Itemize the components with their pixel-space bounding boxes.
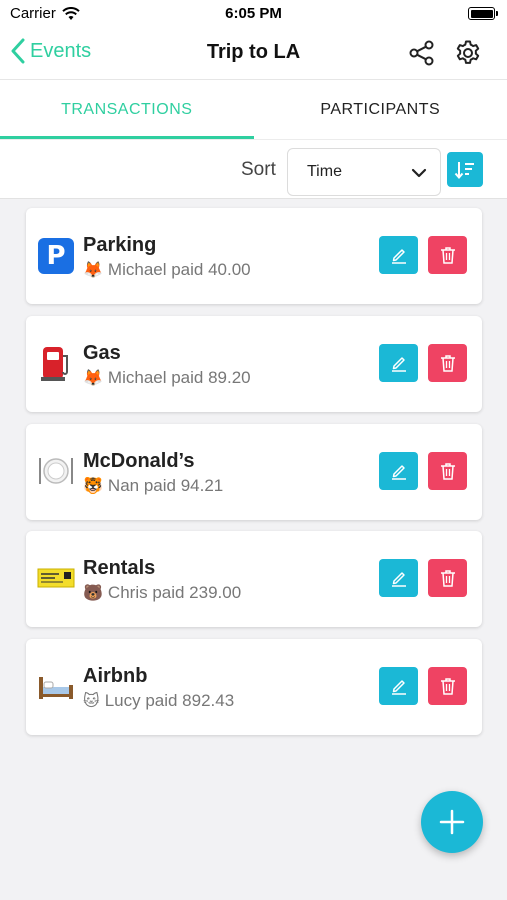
transaction-title: Parking — [83, 234, 157, 256]
delete-button[interactable] — [428, 667, 467, 705]
fuel-pump-icon — [41, 347, 68, 381]
sort-bar: Sort Time — [0, 139, 507, 199]
pencil-icon — [391, 465, 406, 480]
edit-button[interactable] — [379, 344, 418, 382]
pencil-icon — [391, 572, 406, 587]
edit-button[interactable] — [379, 667, 418, 705]
edit-button[interactable] — [379, 559, 418, 597]
plate-cutlery-icon — [39, 458, 73, 484]
trash-icon — [440, 678, 455, 695]
ticket-icon — [37, 568, 75, 588]
payer-avatar-icon: 🦊 — [83, 370, 103, 387]
sort-descending-icon — [454, 161, 474, 179]
add-transaction-button[interactable] — [421, 791, 483, 853]
payer-avatar-icon: 🐯 — [83, 478, 103, 495]
chevron-down-icon — [411, 168, 427, 178]
payer-avatar-icon: 🦊 — [83, 262, 103, 279]
navigation-bar: Events Trip to LA — [0, 28, 507, 80]
transaction-payment-text: Lucy paid 892.43 — [104, 691, 235, 710]
clock: 6:05 PM — [225, 5, 282, 22]
payer-avatar-icon: 🐻 — [83, 585, 103, 602]
plus-icon — [439, 809, 465, 835]
sort-order-button[interactable] — [447, 152, 483, 187]
edit-button[interactable] — [379, 236, 418, 274]
transaction-payment-text: Michael paid 89.20 — [107, 368, 251, 387]
tab-bar: TRANSACTIONS PARTICIPANTS — [0, 80, 507, 139]
transaction-title: Gas — [83, 342, 121, 364]
pencil-icon — [391, 680, 406, 695]
transaction-card[interactable]: P Parking 🦊 Michael paid 40.00 — [26, 208, 482, 304]
transaction-title: McDonald’s — [83, 450, 195, 472]
transaction-subtitle: 🐯 Nan paid 94.21 — [83, 476, 223, 496]
transaction-card[interactable]: Gas 🦊 Michael paid 89.20 — [26, 316, 482, 412]
sort-dropdown[interactable]: Time — [287, 148, 441, 196]
status-bar: Carrier 6:05 PM — [0, 0, 507, 28]
sort-selected-value: Time — [307, 163, 342, 180]
delete-button[interactable] — [428, 452, 467, 490]
sort-label: Sort — [241, 159, 276, 180]
tab-transactions[interactable]: TRANSACTIONS — [0, 80, 254, 139]
transaction-title: Rentals — [83, 557, 156, 579]
tab-participants[interactable]: PARTICIPANTS — [254, 80, 507, 139]
trash-icon — [440, 247, 455, 264]
share-button[interactable] — [408, 39, 436, 67]
transaction-subtitle: 🦊 Michael paid 40.00 — [83, 260, 251, 280]
payer-avatar-icon: 🐱 — [83, 693, 100, 710]
transaction-card[interactable]: Airbnb 🐱 Lucy paid 892.43 — [26, 639, 482, 735]
bed-icon — [39, 677, 73, 699]
transaction-subtitle: 🦊 Michael paid 89.20 — [83, 368, 251, 388]
pencil-icon — [391, 357, 406, 372]
edit-button[interactable] — [379, 452, 418, 490]
transaction-subtitle: 🐻 Chris paid 239.00 — [83, 583, 241, 603]
transaction-payment-text: Michael paid 40.00 — [107, 260, 251, 279]
transaction-card[interactable]: McDonald’s 🐯 Nan paid 94.21 — [26, 424, 482, 520]
transaction-card[interactable]: Rentals 🐻 Chris paid 239.00 — [26, 531, 482, 627]
pencil-icon — [391, 249, 406, 264]
trash-icon — [440, 570, 455, 587]
parking-sign-icon: P — [38, 238, 74, 274]
battery-icon — [468, 7, 498, 20]
transaction-payment-text: Chris paid 239.00 — [107, 583, 242, 602]
delete-button[interactable] — [428, 344, 467, 382]
transaction-subtitle: 🐱 Lucy paid 892.43 — [83, 691, 234, 711]
transaction-payment-text: Nan paid 94.21 — [107, 476, 224, 495]
share-icon — [409, 40, 434, 66]
delete-button[interactable] — [428, 236, 467, 274]
transaction-title: Airbnb — [83, 665, 148, 687]
gear-icon — [456, 40, 480, 64]
trash-icon — [440, 355, 455, 372]
settings-button[interactable] — [454, 39, 482, 67]
delete-button[interactable] — [428, 559, 467, 597]
trash-icon — [440, 463, 455, 480]
